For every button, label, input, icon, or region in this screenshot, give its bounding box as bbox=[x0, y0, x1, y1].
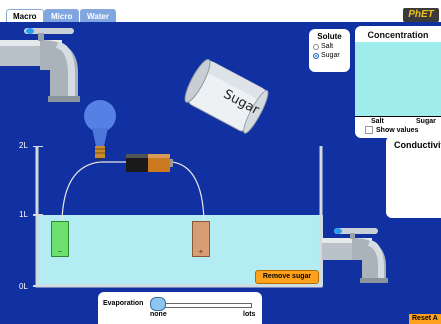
concentration-panel: Concentration Salt Sugar Show values bbox=[355, 26, 441, 138]
tab-water[interactable]: Water bbox=[80, 9, 116, 23]
concentration-chart bbox=[355, 42, 441, 116]
conductivity-title: Conductivity bbox=[394, 140, 441, 150]
tick-label-0l: 0L bbox=[19, 282, 28, 291]
salt-label: Salt bbox=[321, 43, 334, 50]
battery bbox=[126, 154, 173, 172]
concentration-title: Concentration bbox=[367, 30, 429, 40]
evaporation-min-label: none bbox=[150, 311, 167, 318]
show-values-checkbox[interactable] bbox=[365, 126, 373, 134]
conductivity-panel: Conductivity bbox=[386, 136, 441, 218]
negative-electrode: − bbox=[51, 221, 69, 257]
tick-label-1l: 1L bbox=[19, 210, 28, 219]
sugar-label: Sugar bbox=[321, 52, 340, 59]
reset-all-button[interactable]: Reset A bbox=[409, 314, 441, 324]
wire-left bbox=[61, 161, 101, 221]
wire-right bbox=[171, 161, 205, 221]
tab-bar: Macro Micro Water PhET bbox=[0, 0, 441, 23]
concentration-salt-label: Salt bbox=[371, 118, 384, 125]
show-values-label: Show values bbox=[376, 126, 419, 134]
solute-panel: Solute Salt Sugar bbox=[309, 29, 350, 72]
concentration-axis bbox=[355, 116, 441, 117]
evaporation-panel: Evaporation none lots bbox=[98, 292, 262, 324]
tab-macro[interactable]: Macro bbox=[6, 9, 44, 23]
remove-sugar-button[interactable]: Remove sugar bbox=[255, 270, 319, 284]
drain-faucet[interactable] bbox=[322, 224, 441, 292]
evaporation-max-label: lots bbox=[243, 311, 256, 318]
sugar-radio[interactable] bbox=[313, 52, 319, 59]
solute-option-sugar[interactable]: Sugar bbox=[313, 52, 350, 59]
solute-option-salt[interactable]: Salt bbox=[313, 43, 350, 50]
light-bulb bbox=[84, 100, 116, 162]
evaporation-label: Evaporation bbox=[103, 300, 144, 307]
show-values-toggle[interactable]: Show values bbox=[365, 126, 418, 134]
tab-micro[interactable]: Micro bbox=[44, 9, 80, 23]
concentration-sugar-label: Sugar bbox=[416, 118, 436, 125]
evaporation-slider-thumb[interactable] bbox=[150, 297, 166, 311]
tick-label-2l: 2L bbox=[19, 141, 28, 150]
solute-title: Solute bbox=[317, 32, 342, 41]
evaporation-slider-track[interactable] bbox=[155, 303, 252, 308]
positive-electrode: + bbox=[192, 221, 210, 257]
salt-radio[interactable] bbox=[313, 43, 319, 50]
phet-logo[interactable]: PhET bbox=[403, 8, 439, 22]
